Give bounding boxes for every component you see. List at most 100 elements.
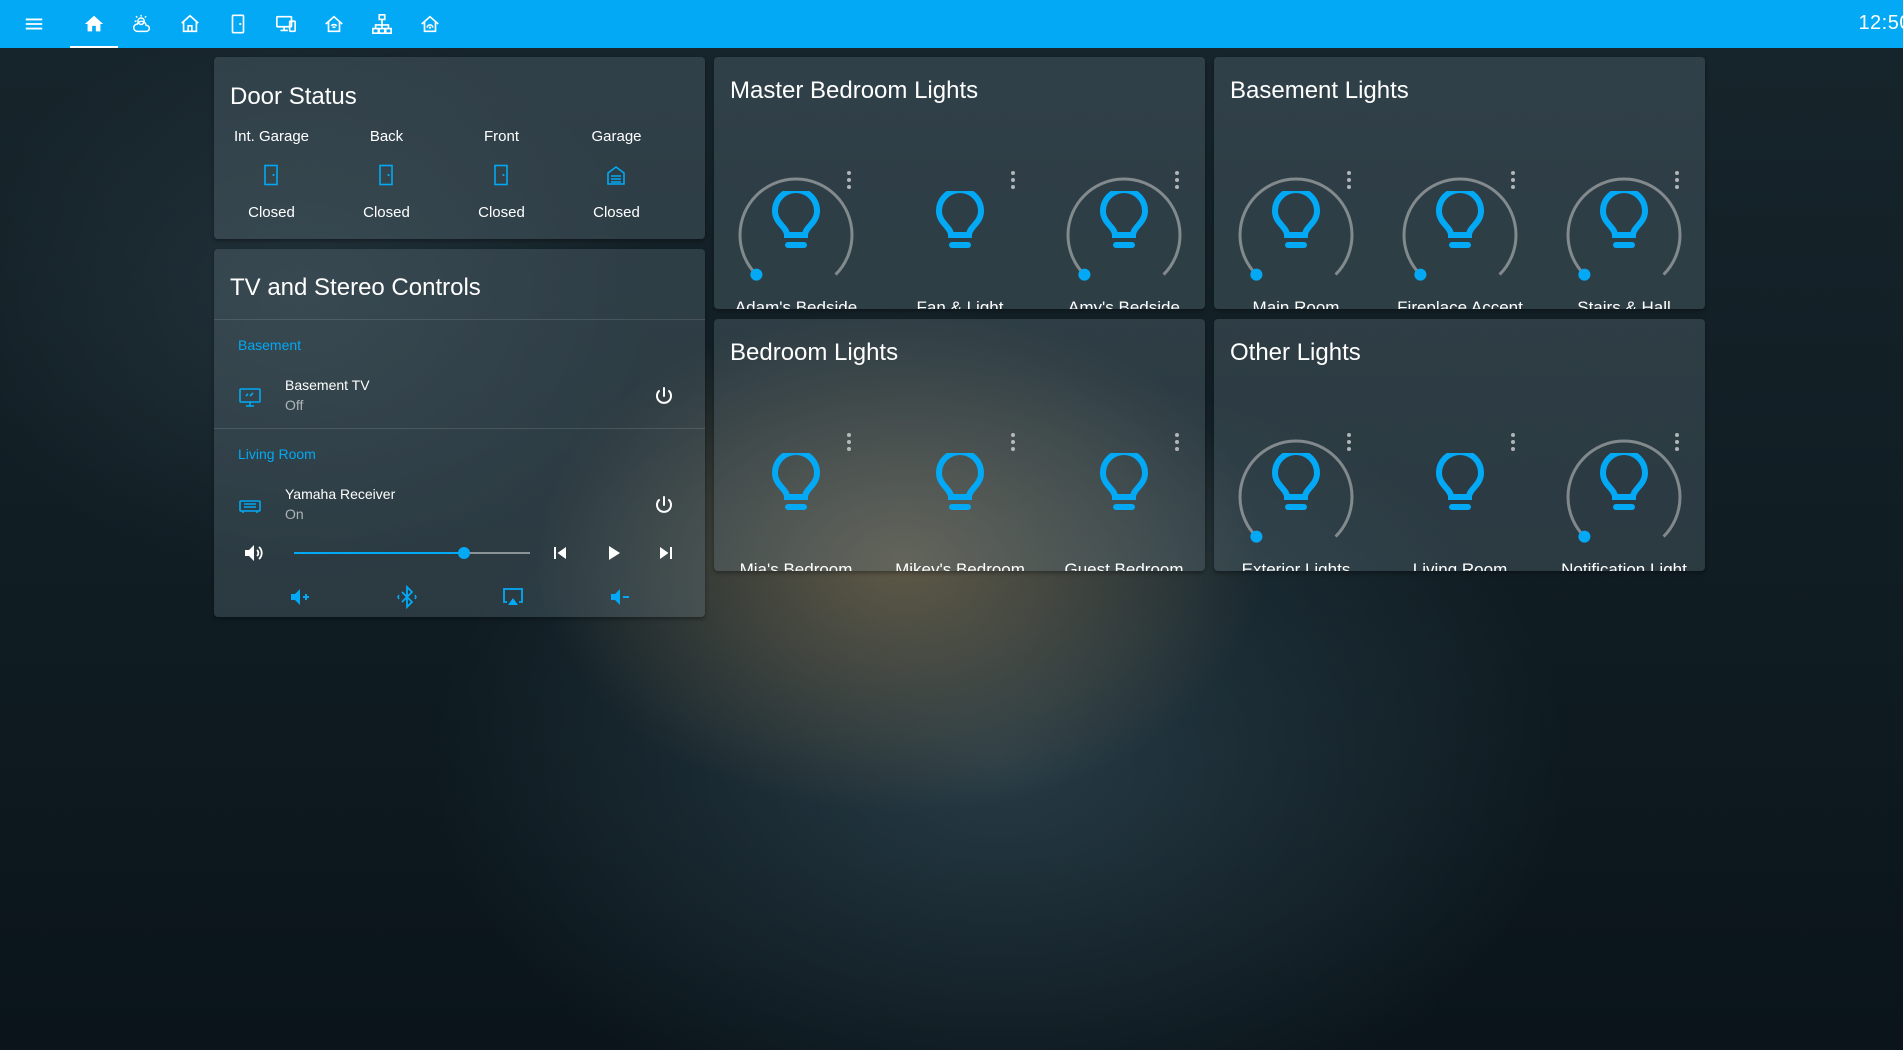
card-title: TV and Stereo Controls bbox=[230, 274, 481, 301]
light-name: Exterior Lights bbox=[1241, 560, 1351, 571]
more-options-icon[interactable] bbox=[1346, 432, 1352, 452]
light-guest-bedroom[interactable]: Guest Bedroom bbox=[1042, 394, 1205, 571]
door-icon[interactable] bbox=[214, 0, 262, 48]
home-icon[interactable] bbox=[70, 0, 118, 48]
play-button[interactable] bbox=[601, 541, 625, 565]
light-stairs-and-hall[interactable]: Stairs & Hall bbox=[1542, 132, 1705, 309]
light-main-room[interactable]: Main Room bbox=[1214, 132, 1378, 309]
light-mias-bedroom[interactable]: Mia's Bedroom bbox=[714, 394, 878, 571]
light-name: Adam's Bedside bbox=[734, 298, 858, 309]
door-closed-icon bbox=[379, 164, 393, 186]
volume-high-icon[interactable] bbox=[242, 541, 266, 565]
house-icon[interactable] bbox=[166, 0, 214, 48]
bluetooth-icon[interactable] bbox=[395, 585, 419, 609]
clock: 12:50 bbox=[1858, 12, 1903, 34]
light-living-room[interactable]: Living Room bbox=[1378, 394, 1542, 571]
door-closed-icon bbox=[264, 164, 278, 186]
entity-state: On bbox=[285, 506, 304, 522]
light-adams-bedside[interactable]: Adam's Bedside bbox=[714, 132, 878, 309]
lightbulb-icon[interactable] bbox=[1097, 191, 1151, 255]
light-name: Notification Light bbox=[1561, 560, 1687, 571]
light-name: Main Room bbox=[1252, 298, 1340, 309]
top-app-bar: 12:50 bbox=[0, 0, 1903, 48]
lightbulb-icon[interactable] bbox=[1097, 453, 1151, 517]
lightbulb-icon[interactable] bbox=[1269, 453, 1323, 517]
lightbulb-icon[interactable] bbox=[933, 191, 987, 255]
divider bbox=[214, 428, 705, 429]
more-options-icon[interactable] bbox=[846, 170, 852, 190]
lightbulb-icon[interactable] bbox=[1269, 191, 1323, 255]
basement-lights-card: Basement Lights Main Room Fireplace Acce… bbox=[1214, 57, 1705, 309]
door-state: Closed bbox=[593, 204, 640, 221]
lightbulb-icon[interactable] bbox=[769, 453, 823, 517]
weather-icon[interactable] bbox=[118, 0, 166, 48]
door-name: Front bbox=[483, 128, 519, 145]
more-options-icon[interactable] bbox=[1346, 170, 1352, 190]
light-name: Mikey's Bedroom bbox=[895, 560, 1025, 571]
previous-track-button[interactable] bbox=[548, 541, 572, 565]
tv-stereo-card: TV and Stereo Controls Basement Basement… bbox=[214, 249, 705, 617]
speaker-icon bbox=[239, 500, 261, 513]
divider bbox=[214, 319, 705, 320]
card-title: Basement Lights bbox=[1230, 77, 1409, 104]
more-options-icon[interactable] bbox=[1510, 432, 1516, 452]
power-button[interactable] bbox=[652, 385, 676, 409]
cast-icon[interactable] bbox=[501, 585, 525, 609]
door-state: Closed bbox=[478, 204, 525, 221]
menu-icon[interactable] bbox=[10, 0, 58, 48]
more-options-icon[interactable] bbox=[846, 432, 852, 452]
home-automation-icon[interactable] bbox=[310, 0, 358, 48]
entity-name[interactable]: Yamaha Receiver bbox=[285, 486, 395, 502]
bedroom-lights-card: Bedroom Lights Mia's Bedroom Mikey's Bed… bbox=[714, 319, 1205, 571]
dial-knob bbox=[1078, 268, 1091, 281]
card-title: Other Lights bbox=[1230, 339, 1361, 366]
more-options-icon[interactable] bbox=[1010, 432, 1016, 452]
door-name: Int. Garage bbox=[233, 128, 310, 145]
master-bedroom-lights-card: Master Bedroom Lights Adam's Bedside Fan… bbox=[714, 57, 1205, 309]
lightbulb-icon[interactable] bbox=[1597, 191, 1651, 255]
entity-state: Off bbox=[285, 397, 304, 413]
more-options-icon[interactable] bbox=[1174, 432, 1180, 452]
card-title: Master Bedroom Lights bbox=[730, 77, 979, 104]
lightbulb-icon[interactable] bbox=[1597, 453, 1651, 517]
volume-knob[interactable] bbox=[457, 547, 470, 559]
light-fireplace-accent[interactable]: Fireplace Accent bbox=[1378, 132, 1542, 309]
more-options-icon[interactable] bbox=[1674, 432, 1680, 452]
lightbulb-icon[interactable] bbox=[1433, 453, 1487, 517]
more-options-icon[interactable] bbox=[1510, 170, 1516, 190]
door-closed-icon bbox=[494, 164, 508, 186]
section-label-basement: Basement bbox=[238, 337, 302, 353]
home-alarm-icon[interactable] bbox=[406, 0, 454, 48]
light-name: Living Room bbox=[1412, 560, 1508, 571]
dial-knob bbox=[1250, 268, 1263, 281]
light-exterior-lights[interactable]: Exterior Lights bbox=[1214, 394, 1378, 571]
volume-slider[interactable] bbox=[294, 546, 530, 560]
entity-name[interactable]: Basement TV bbox=[285, 377, 370, 393]
more-options-icon[interactable] bbox=[1674, 170, 1680, 190]
television-icon bbox=[239, 388, 261, 407]
network-icon[interactable] bbox=[358, 0, 406, 48]
volume-down-button[interactable] bbox=[608, 585, 632, 609]
dial-knob bbox=[1578, 268, 1591, 281]
light-amys-bedside[interactable]: Amy's Bedside bbox=[1042, 132, 1205, 309]
volume-fill bbox=[294, 552, 464, 554]
more-options-icon[interactable] bbox=[1010, 170, 1016, 190]
light-fan-and-light[interactable]: Fan & Light bbox=[878, 132, 1042, 309]
devices-icon[interactable] bbox=[262, 0, 310, 48]
power-button[interactable] bbox=[652, 494, 676, 518]
card-title: Bedroom Lights bbox=[730, 339, 899, 366]
volume-up-button[interactable] bbox=[288, 585, 312, 609]
dial-knob bbox=[1250, 530, 1263, 543]
light-name: Stairs & Hall bbox=[1577, 298, 1671, 309]
door-name: Garage bbox=[591, 128, 642, 145]
light-notification-light[interactable]: Notification Light bbox=[1542, 394, 1705, 571]
more-options-icon[interactable] bbox=[1174, 170, 1180, 190]
light-mikeys-bedroom[interactable]: Mikey's Bedroom bbox=[878, 394, 1042, 571]
light-name: Fireplace Accent bbox=[1397, 298, 1523, 309]
lightbulb-icon[interactable] bbox=[769, 191, 823, 255]
garage-icon bbox=[607, 166, 625, 185]
lightbulb-icon[interactable] bbox=[933, 453, 987, 517]
light-name: Fan & Light bbox=[916, 298, 1004, 309]
next-track-button[interactable] bbox=[654, 541, 678, 565]
lightbulb-icon[interactable] bbox=[1433, 191, 1487, 255]
